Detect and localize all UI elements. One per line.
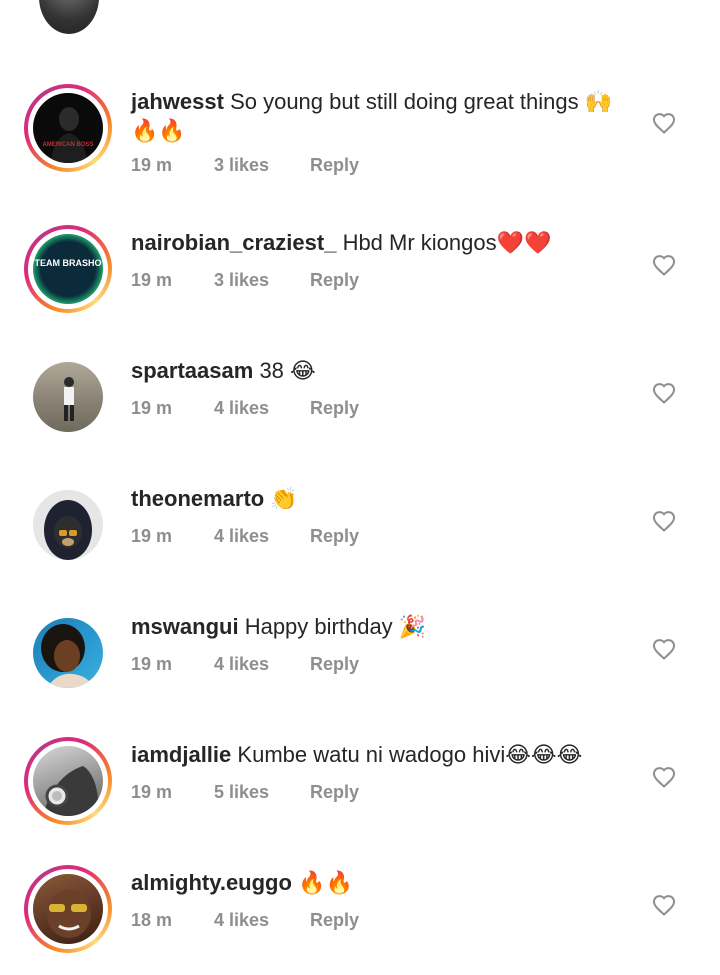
avatar-caption: TEAM BRASHO — [35, 258, 102, 268]
comment-time: 19 m — [131, 782, 173, 802]
heart-icon[interactable] — [652, 254, 676, 276]
comment-line: almighty.euggo 🔥🔥 — [131, 868, 620, 897]
heart-icon[interactable] — [652, 112, 676, 134]
avatar[interactable] — [24, 737, 112, 825]
username[interactable]: mswangui — [131, 614, 239, 639]
avatar[interactable] — [24, 481, 112, 569]
avatar-image: TEAM BRASHO — [33, 234, 103, 304]
avatar-image — [33, 362, 103, 432]
comment-time: 18 m — [131, 910, 173, 930]
comment-time: 19 m — [131, 270, 173, 290]
reply-button[interactable]: Reply — [310, 910, 359, 931]
comment-item: iamdjallie Kumbe watu ni wadogo hivi😂😂😂 … — [0, 737, 720, 847]
likes-count[interactable]: 3 likes — [214, 270, 269, 291]
comment-item: theonemarto 👏 19 m 4 likes Reply — [0, 481, 720, 591]
username[interactable]: almighty.euggo — [131, 870, 292, 895]
reply-button[interactable]: Reply — [310, 155, 359, 176]
comment-line: nairobian_craziest_ Hbd Mr kiongos❤️❤️ — [131, 228, 620, 257]
likes-count[interactable]: 4 likes — [214, 654, 269, 675]
heart-icon[interactable] — [652, 894, 676, 916]
previous-comment-avatar[interactable] — [39, 0, 99, 34]
heart-icon[interactable] — [652, 766, 676, 788]
comment-line: theonemarto 👏 — [131, 484, 620, 513]
heart-icon[interactable] — [652, 510, 676, 532]
comment-text: Happy birthday 🎉 — [244, 614, 427, 639]
avatar-image: AMERICAN BOSS — [33, 93, 103, 163]
likes-count[interactable]: 3 likes — [214, 155, 269, 176]
avatar[interactable] — [24, 353, 112, 441]
reply-button[interactable]: Reply — [310, 398, 359, 419]
comment-text: 38 😂 — [259, 358, 316, 383]
username[interactable]: nairobian_craziest_ — [131, 230, 336, 255]
avatar-image — [33, 618, 103, 688]
avatar[interactable]: AMERICAN BOSS — [24, 84, 112, 172]
reply-button[interactable]: Reply — [310, 526, 359, 547]
comment-time: 19 m — [131, 398, 173, 418]
avatar-image — [33, 490, 103, 560]
avatar[interactable]: TEAM BRASHO — [24, 225, 112, 313]
comment-item: TEAM BRASHO nairobian_craziest_ Hbd Mr k… — [0, 225, 720, 335]
comment-time: 19 m — [131, 155, 173, 175]
username[interactable]: iamdjallie — [131, 742, 231, 767]
comment-line: iamdjallie Kumbe watu ni wadogo hivi😂😂😂 — [131, 740, 620, 769]
comment-text: Hbd Mr kiongos❤️❤️ — [342, 230, 552, 255]
likes-count[interactable]: 5 likes — [214, 782, 269, 803]
reply-button[interactable]: Reply — [310, 270, 359, 291]
likes-count[interactable]: 4 likes — [214, 526, 269, 547]
reply-button[interactable]: Reply — [310, 654, 359, 675]
reply-button[interactable]: Reply — [310, 782, 359, 803]
heart-icon[interactable] — [652, 638, 676, 660]
comment-time: 19 m — [131, 654, 173, 674]
username[interactable]: jahwesst — [131, 89, 224, 114]
likes-count[interactable]: 4 likes — [214, 910, 269, 931]
comment-line: jahwesst So young but still doing great … — [131, 87, 620, 145]
comment-line: mswangui Happy birthday 🎉 — [131, 612, 620, 641]
comment-time: 19 m — [131, 526, 173, 546]
avatar[interactable] — [24, 609, 112, 697]
comment-item: spartaasam 38 😂 19 m 4 likes Reply — [0, 353, 720, 463]
comment-text: Kumbe watu ni wadogo hivi😂😂😂 — [237, 742, 583, 767]
comment-item: mswangui Happy birthday 🎉 19 m 4 likes R… — [0, 609, 720, 719]
likes-count[interactable]: 4 likes — [214, 398, 269, 419]
comment-text: 👏 — [270, 486, 298, 511]
avatar-image — [33, 874, 103, 944]
avatar-image — [33, 746, 103, 816]
comment-line: spartaasam 38 😂 — [131, 356, 620, 385]
comment-item: AMERICAN BOSS jahwesst So young but stil… — [0, 82, 720, 192]
comment-item: almighty.euggo 🔥🔥 18 m 4 likes Reply — [0, 865, 720, 975]
heart-icon[interactable] — [652, 382, 676, 404]
avatar-caption: AMERICAN BOSS — [42, 142, 93, 148]
comment-text: 🔥🔥 — [298, 870, 353, 895]
avatar[interactable] — [24, 865, 112, 953]
username[interactable]: spartaasam — [131, 358, 253, 383]
username[interactable]: theonemarto — [131, 486, 264, 511]
